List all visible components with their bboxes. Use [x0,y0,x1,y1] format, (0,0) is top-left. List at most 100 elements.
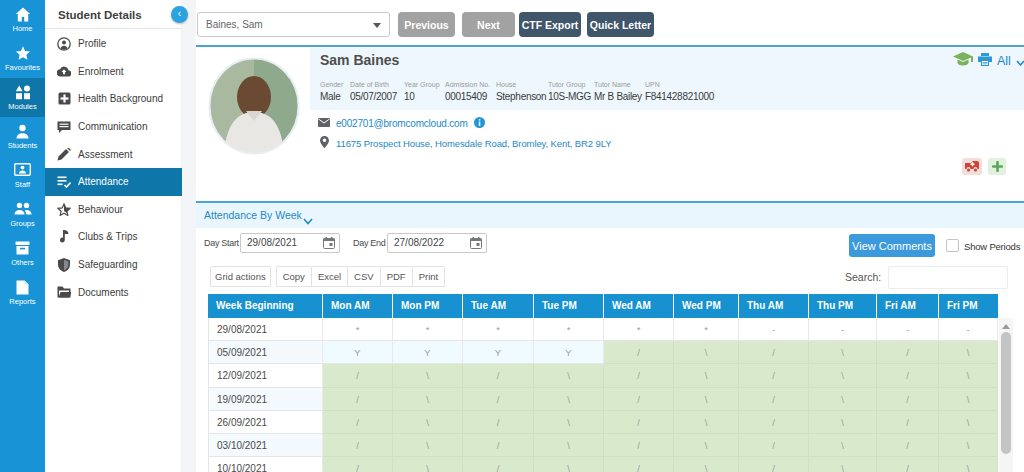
column-header-mon-pm[interactable]: Mon PM [393,294,463,318]
column-header-fri-pm[interactable]: Fri PM [939,294,998,318]
sidebar-item-attendance[interactable]: Attendance [45,168,182,196]
attendance-cell[interactable]: - [877,318,939,341]
show-periods-checkbox[interactable] [946,239,959,252]
nav-others[interactable]: Others [0,234,45,273]
attendance-cell[interactable]: / [739,434,809,457]
scrollbar-thumb[interactable] [1001,332,1011,454]
sidebar-item-communication[interactable]: Communication [45,113,182,141]
attendance-cell[interactable]: / [463,388,534,411]
attendance-cell[interactable]: / [604,411,674,434]
sidebar-item-clubs-trips[interactable]: Clubs & Trips [45,223,182,251]
nav-groups[interactable]: Groups [0,195,45,234]
attendance-cell[interactable]: Y [323,341,393,364]
attendance-cell[interactable]: \ [534,434,604,457]
attendance-cell[interactable]: \ [809,364,877,387]
search-input[interactable] [888,266,1008,289]
table-scrollbar[interactable] [999,294,1013,472]
student-address[interactable]: 11675 Prospect House, Homesdale Road, Br… [336,138,611,149]
sidebar-item-safeguarding[interactable]: Safeguarding [45,251,182,279]
attendance-cell[interactable]: / [463,411,534,434]
attendance-cell[interactable]: / [739,341,809,364]
column-header-mon-am[interactable]: Mon AM [323,294,393,318]
attendance-cell[interactable]: / [604,388,674,411]
nav-reports[interactable]: Reports [0,273,45,312]
attendance-cell[interactable]: \ [939,388,998,411]
attendance-cell[interactable]: \ [674,434,739,457]
attendance-cell[interactable]: \ [534,364,604,387]
attendance-cell[interactable]: / [323,364,393,387]
sidebar-item-enrolment[interactable]: Enrolment [45,58,182,86]
attendance-cell[interactable]: \ [809,388,877,411]
sidebar-item-documents[interactable]: Documents [45,278,182,306]
sidebar-item-health-background[interactable]: Health Background [45,85,182,113]
attendance-cell[interactable]: / [877,388,939,411]
sidebar-item-profile[interactable]: Profile [45,30,182,58]
attendance-cell[interactable]: * [323,318,393,341]
attendance-cell[interactable]: \ [534,388,604,411]
attendance-cell[interactable]: * [463,318,534,341]
attendance-cell[interactable]: * [534,318,604,341]
attendance-cell[interactable]: / [877,457,939,472]
attendance-cell[interactable]: \ [939,457,998,472]
attendance-cell[interactable]: Y [463,341,534,364]
week-beginning-cell[interactable]: 19/09/2021 [208,388,323,411]
grid-button-excel[interactable]: Excel [311,266,348,287]
scrollbar-up-icon[interactable] [1002,324,1010,329]
week-beginning-cell[interactable]: 29/08/2021 [208,318,323,341]
email-info-icon[interactable] [474,117,485,130]
attendance-cell[interactable]: \ [939,364,998,387]
ctf-export-button[interactable]: CTF Export [519,12,581,37]
grid-button-print[interactable]: Print [412,266,446,287]
attendance-cell[interactable]: \ [809,341,877,364]
attendance-cell[interactable]: \ [809,411,877,434]
column-header-wed-pm[interactable]: Wed PM [674,294,739,318]
attendance-cell[interactable]: / [323,457,393,472]
all-filter-dropdown[interactable]: All [997,54,1011,68]
next-button[interactable]: Next [462,12,515,37]
nav-students[interactable]: Students [0,117,45,156]
add-button-icon[interactable] [988,158,1006,175]
attendance-cell[interactable]: * [604,318,674,341]
column-header-tue-am[interactable]: Tue AM [463,294,534,318]
week-beginning-cell[interactable]: 03/10/2021 [208,434,323,457]
attendance-cell[interactable]: / [877,434,939,457]
attendance-cell[interactable]: \ [809,434,877,457]
attendance-cell[interactable]: \ [393,457,463,472]
sidebar-item-behaviour[interactable]: Behaviour [45,196,182,224]
grid-button-csv[interactable]: CSV [347,266,381,287]
attendance-cell[interactable]: \ [939,411,998,434]
attendance-cell[interactable]: / [323,434,393,457]
attendance-cell[interactable]: / [877,364,939,387]
previous-button[interactable]: Previous [398,12,455,37]
nav-modules[interactable]: Modules [0,78,45,117]
attendance-section-title[interactable]: Attendance By Week [204,209,302,221]
attendance-cell[interactable]: \ [534,457,604,472]
attendance-cell[interactable]: \ [809,457,877,472]
column-header-tue-pm[interactable]: Tue PM [534,294,604,318]
attendance-cell[interactable]: / [739,457,809,472]
attendance-cell[interactable]: / [463,364,534,387]
attendance-cell[interactable]: / [463,457,534,472]
week-beginning-cell[interactable]: 05/09/2021 [208,341,323,364]
nav-home[interactable]: Home [0,0,45,39]
attendance-cell[interactable]: \ [393,411,463,434]
attendance-cell[interactable]: / [877,341,939,364]
calendar-icon[interactable] [323,237,335,255]
attendance-cell[interactable]: \ [393,434,463,457]
column-header-week-beginning[interactable]: Week Beginning [208,294,323,318]
view-comments-button[interactable]: View Comments [849,234,935,257]
attendance-cell[interactable]: / [323,388,393,411]
attendance-cell[interactable]: \ [939,341,998,364]
column-header-fri-am[interactable]: Fri AM [877,294,939,318]
attendance-cell[interactable]: - [809,318,877,341]
week-beginning-cell[interactable]: 10/10/2021 [208,457,323,472]
attendance-cell[interactable]: \ [534,411,604,434]
attendance-cell[interactable]: Y [534,341,604,364]
attendance-cell[interactable]: / [877,411,939,434]
attendance-cell[interactable]: / [604,457,674,472]
attendance-cell[interactable]: \ [393,364,463,387]
attendance-cell[interactable]: - [939,318,998,341]
attendance-cell[interactable]: / [739,388,809,411]
week-beginning-cell[interactable]: 26/09/2021 [208,411,323,434]
column-header-thu-pm[interactable]: Thu PM [809,294,877,318]
